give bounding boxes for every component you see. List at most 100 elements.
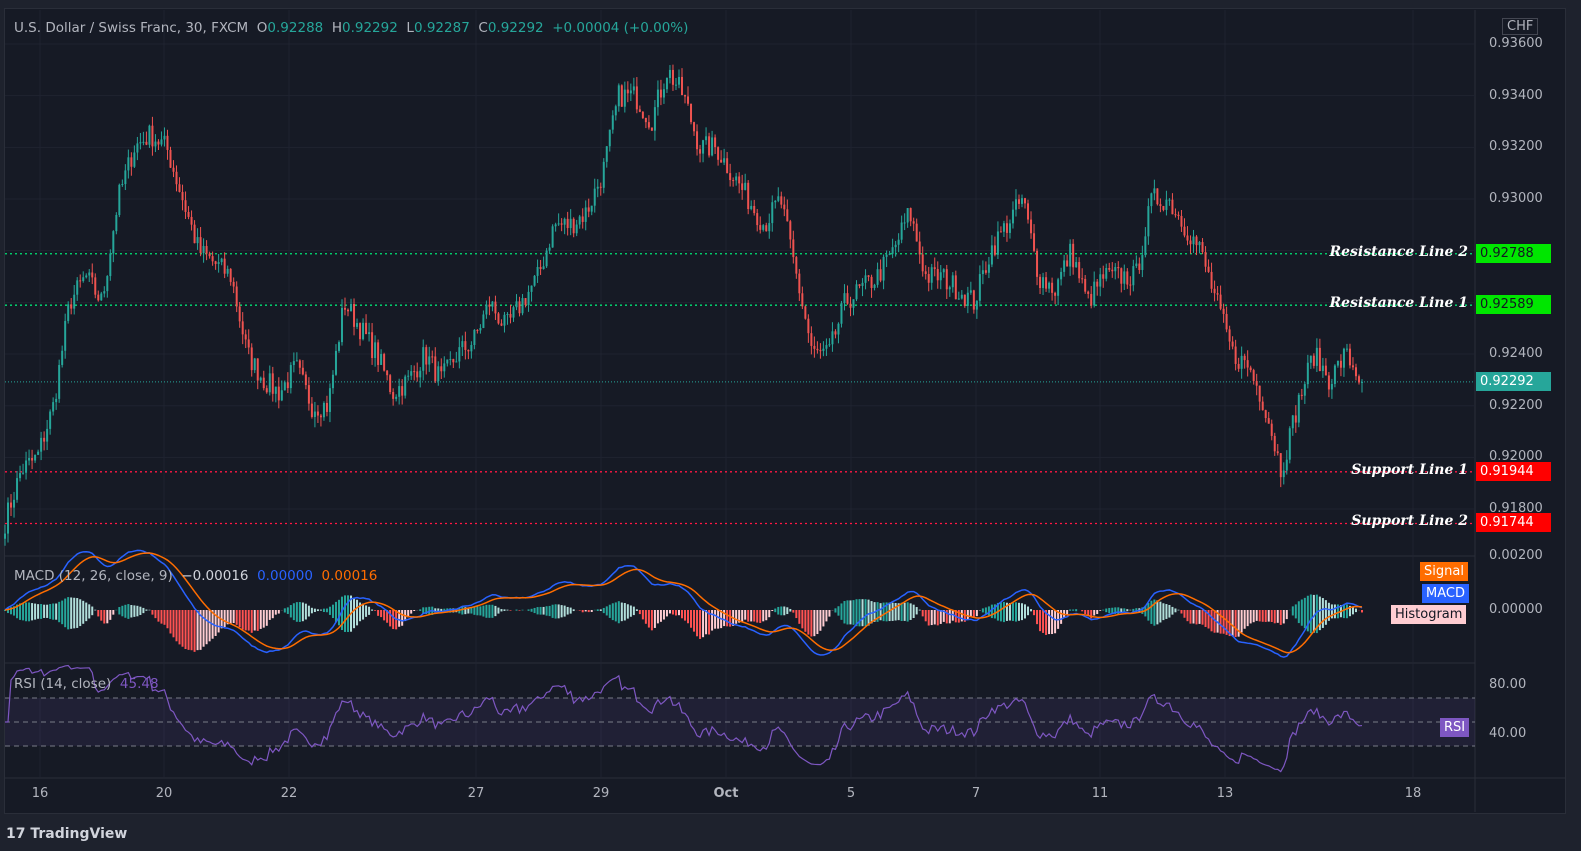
macd-histogram-bar — [1210, 610, 1213, 632]
candle-body — [473, 329, 476, 346]
candle-body — [777, 196, 780, 201]
macd-histogram-bar — [1201, 610, 1204, 625]
candles — [4, 64, 1363, 546]
candle-body — [903, 222, 906, 224]
candle-body — [1264, 410, 1267, 419]
macd-histogram-bar — [867, 599, 870, 626]
macd-histogram-bar — [494, 605, 497, 617]
macd-histogram-bar — [861, 599, 864, 627]
rsi-title[interactable]: RSI (14, close) — [14, 676, 111, 692]
currency-label[interactable]: CHF — [1502, 18, 1539, 35]
macd-histogram-bar — [807, 610, 810, 635]
candle-body — [867, 275, 870, 277]
candle-body — [825, 345, 828, 349]
candle-body — [1213, 288, 1216, 294]
candle-body — [1273, 435, 1276, 452]
candle-body — [792, 239, 795, 258]
macd-histogram-bar — [650, 610, 653, 631]
candle-body — [365, 322, 368, 335]
macd-histogram-bar — [1258, 610, 1261, 622]
candle-body — [1057, 279, 1060, 296]
candle-body — [813, 345, 816, 349]
candle-body — [581, 216, 584, 222]
price-axis-label: 0.93200 — [1489, 139, 1543, 155]
macd-histogram-bar — [975, 610, 978, 617]
candle-body — [987, 264, 990, 273]
candle-body — [720, 159, 723, 163]
macd-histogram-bar — [611, 603, 614, 621]
macd-histogram-bar — [25, 602, 28, 622]
macd-histogram-bar — [635, 609, 638, 611]
macd-histogram-bar — [671, 610, 674, 615]
candle-body — [205, 246, 208, 254]
macd-histogram-bar — [130, 605, 133, 618]
candle-body — [316, 411, 319, 416]
candle-body — [527, 291, 530, 306]
candle-body — [891, 247, 894, 254]
candle-body — [374, 342, 377, 358]
macd-title[interactable]: MACD (12, 26, close, 9) — [14, 568, 173, 584]
macd-histogram-bar — [783, 606, 786, 616]
macd-histogram-bar — [419, 609, 422, 611]
candle-body — [957, 298, 960, 300]
candle-body — [79, 280, 82, 282]
macd-histogram-bar — [680, 610, 683, 619]
candle-body — [262, 377, 265, 389]
macd-histogram-bar — [1014, 602, 1017, 622]
candle-body — [536, 267, 539, 276]
macd-histogram-bar — [283, 608, 286, 613]
candle-body — [1207, 266, 1210, 272]
macd-histogram-bar — [1108, 607, 1111, 614]
macd-histogram-bar — [554, 604, 557, 619]
candle-body — [437, 366, 440, 382]
candle-body — [193, 224, 196, 244]
macd-histogram-bar — [1264, 610, 1267, 622]
tradingview-logo[interactable]: 𝟭𝟳 TradingView — [6, 826, 127, 842]
macd-histogram-bar — [1198, 610, 1201, 624]
macd-histogram-bar — [915, 607, 918, 615]
macd-histogram-bar — [1099, 610, 1102, 611]
macd-histogram-bar — [659, 610, 662, 622]
symbol-name[interactable]: U.S. Dollar / Swiss Franc, 30, FXCM — [14, 20, 248, 36]
histogram-tag: Histogram — [1391, 605, 1467, 624]
candle-body — [172, 167, 175, 172]
candle-body — [1099, 274, 1102, 287]
candle-body — [202, 246, 205, 254]
candle-body — [638, 109, 641, 112]
macd-histogram-bar — [566, 606, 569, 615]
candle-body — [732, 180, 735, 182]
time-axis-label: 22 — [280, 786, 298, 801]
chart-canvas[interactable] — [0, 0, 1581, 851]
candle-body — [810, 333, 813, 346]
candle-body — [178, 184, 181, 192]
macd-histogram-bar — [1030, 609, 1033, 612]
signal-tag: Signal — [1420, 562, 1468, 581]
macd-histogram-bar — [762, 610, 765, 622]
macd-histogram-bar — [560, 605, 563, 618]
candle-body — [214, 261, 217, 264]
candle-body — [756, 213, 759, 226]
candle-body — [380, 354, 383, 365]
macd-histogram-bar — [295, 602, 298, 622]
candle-body — [789, 221, 792, 240]
macd-histogram-bar — [136, 605, 139, 617]
macd-histogram-bar — [771, 610, 774, 612]
macd-histogram-bar — [843, 601, 846, 624]
macd-histogram-bar — [551, 604, 554, 618]
candle-body — [1011, 209, 1014, 224]
macd-histogram-bar — [1285, 610, 1288, 620]
macd-histogram-bar — [960, 610, 963, 622]
candle-body — [289, 365, 292, 389]
candle-body — [1108, 267, 1111, 270]
candle-body — [744, 182, 747, 190]
candle-body — [557, 223, 560, 225]
candle-body — [617, 85, 620, 107]
macd-histogram-bar — [1075, 609, 1078, 612]
macd-histogram-bar — [1291, 606, 1294, 616]
macd-histogram-bar — [217, 610, 220, 633]
candle-body — [831, 331, 834, 345]
macd-histogram-bar — [52, 603, 55, 620]
candle-body — [593, 188, 596, 206]
macd-histogram-bar — [274, 610, 277, 615]
candle-body — [286, 382, 289, 389]
